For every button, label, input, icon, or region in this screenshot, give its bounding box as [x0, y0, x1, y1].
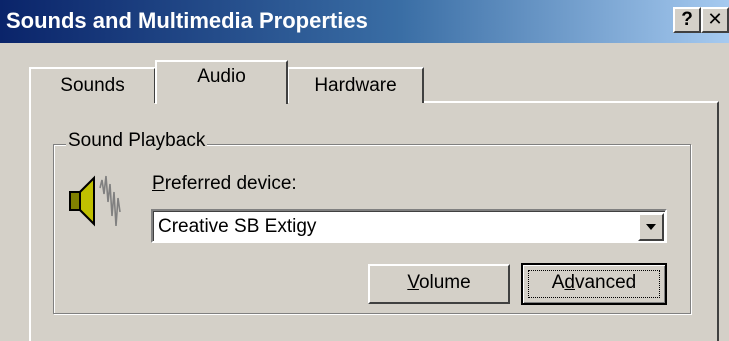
tab-sounds[interactable]: Sounds: [29, 67, 156, 103]
advanced-button[interactable]: Advanced: [521, 263, 667, 305]
tab-hardware[interactable]: Hardware: [287, 67, 424, 103]
preferred-device-value: Creative SB Extigy: [158, 216, 317, 237]
title-bar[interactable]: Sounds and Multimedia Properties ? ✕: [0, 0, 729, 43]
volume-button[interactable]: Volume: [368, 264, 510, 304]
window-title: Sounds and Multimedia Properties: [6, 8, 368, 33]
preferred-device-label: Preferred device:: [152, 173, 297, 194]
help-button[interactable]: ?: [673, 7, 701, 33]
chevron-down-icon: [646, 224, 656, 230]
tab-audio[interactable]: Audio: [155, 60, 288, 104]
preferred-device-select[interactable]: Creative SB Extigy: [151, 209, 667, 243]
sound-playback-label: Sound Playback: [66, 130, 208, 152]
speaker-icon: [69, 175, 121, 227]
dropdown-button[interactable]: [638, 213, 664, 241]
close-button[interactable]: ✕: [701, 7, 729, 33]
